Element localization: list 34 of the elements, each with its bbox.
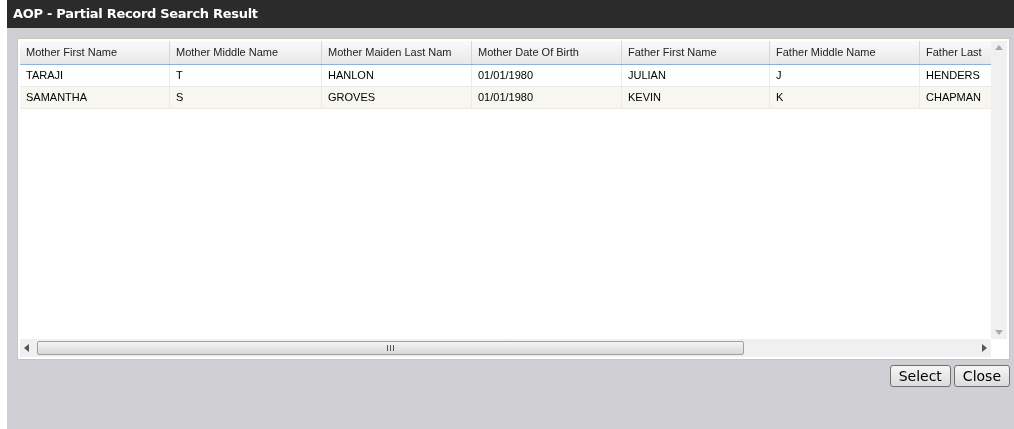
select-button[interactable]: Select [889,365,951,387]
table-cell: SAMANTHA [20,87,170,108]
scroll-down-icon[interactable] [995,330,1003,335]
table-cell-text: HENDERS [925,68,981,84]
column-header[interactable]: Father Middle Name [770,41,920,64]
table-cell: T [170,65,322,86]
table-cell: S [170,87,322,108]
table-cell: 01/01/1980 [472,65,622,86]
table-cell: TARAJI [20,65,170,86]
scroll-up-icon[interactable] [995,45,1003,50]
table-row[interactable]: TARAJI T HANLON 01/01/1980 JULIAN J HENDERS [20,65,991,87]
column-header[interactable]: Father Last [920,41,991,64]
vertical-scrollbar[interactable] [991,41,1007,339]
column-header[interactable]: Mother Middle Name [170,41,322,64]
horizontal-scrollbar[interactable] [20,339,991,357]
table-cell-text: CHAPMAN [925,90,982,106]
table-cell: KEVIN [622,87,770,108]
column-header[interactable]: Mother Maiden Last Nam [322,41,472,64]
table-cell: GROVES [322,87,472,108]
window-title: AOP - Partial Record Search Result [13,5,258,24]
scroll-right-icon[interactable] [982,344,987,352]
table-cell: JULIAN [622,65,770,86]
grip-icon [387,345,394,351]
table-row[interactable]: SAMANTHA S GROVES 01/01/1980 KEVIN K CHAPMAN [20,87,991,109]
column-header[interactable]: Mother First Name [20,41,170,64]
column-header[interactable]: Mother Date Of Birth [472,41,622,64]
scroll-thumb[interactable] [37,341,744,355]
table-cell: K [770,87,920,108]
table-cell: HANLON [322,65,472,86]
column-header[interactable]: Father First Name [622,41,770,64]
table-cell: 01/01/1980 [472,87,622,108]
table-cell: J [770,65,920,86]
close-button[interactable]: Close [953,365,1010,387]
scroll-left-icon[interactable] [24,344,29,352]
